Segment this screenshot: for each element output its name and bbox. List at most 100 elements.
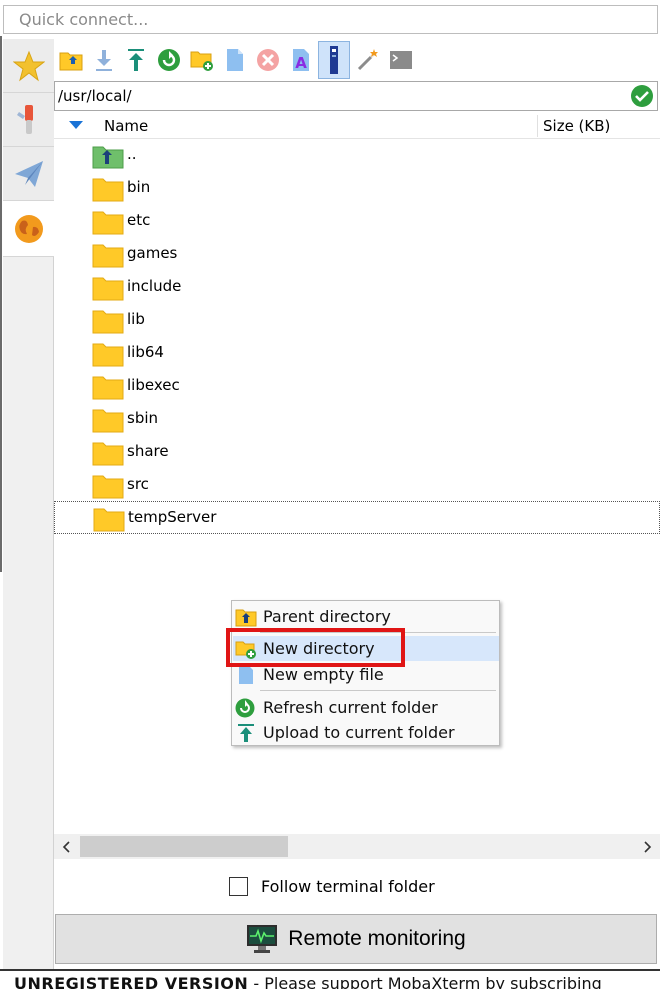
tools-icon (16, 104, 33, 134)
list-item-label: games (127, 244, 178, 262)
folder-up-icon (235, 609, 257, 627)
horizontal-scrollbar[interactable] (54, 834, 660, 859)
list-item-label: .. (127, 145, 137, 163)
list-item-folder[interactable]: include (54, 271, 660, 304)
folder-icon (92, 343, 124, 367)
folder-icon (92, 244, 124, 268)
terminal-icon (390, 51, 412, 69)
tab-tools[interactable] (3, 93, 54, 147)
list-item-folder[interactable]: bin (54, 172, 660, 205)
follow-terminal-label: Follow terminal folder (261, 876, 435, 896)
rename-icon: A (293, 49, 309, 72)
upload-icon (128, 49, 144, 71)
chevron-left-icon (62, 840, 70, 853)
list-item-label: share (127, 442, 169, 460)
folder-icon (92, 178, 124, 202)
quick-connect-box[interactable] (3, 5, 658, 34)
menu-item-label: Upload to current folder (263, 723, 455, 742)
tab-sessions[interactable] (3, 39, 54, 93)
scroll-left-button[interactable] (56, 834, 76, 859)
list-item-label: lib (127, 310, 145, 328)
refresh-button[interactable] (156, 47, 182, 73)
support-message: - Please support MobaXterm by subscribin… (248, 974, 602, 989)
permissions-button[interactable] (318, 41, 350, 79)
monitor-icon (247, 925, 278, 953)
svg-text:A: A (295, 54, 307, 72)
list-item-folder[interactable]: games (54, 238, 660, 271)
menu-item-new-empty-file[interactable]: New empty file (233, 662, 499, 687)
list-item-label: etc (127, 211, 151, 229)
sftp-browser: A Name Size (KB) .. bin etc (54, 39, 660, 969)
new-folder-button[interactable] (189, 47, 215, 73)
folder-icon (92, 376, 124, 400)
terminal-button[interactable] (388, 47, 414, 73)
menu-item-new-directory[interactable]: New directory (233, 636, 499, 661)
paper-plane-icon (14, 160, 43, 187)
path-input[interactable] (55, 82, 615, 110)
follow-terminal-checkbox[interactable] (229, 876, 248, 896)
column-separator[interactable] (537, 115, 538, 137)
folder-up-icon (59, 52, 83, 71)
list-item-parent[interactable]: .. (54, 139, 660, 172)
list-item-folder[interactable]: lib64 (54, 337, 660, 370)
scroll-thumb[interactable] (80, 836, 288, 857)
refresh-icon (158, 49, 180, 71)
folder-icon (92, 409, 124, 433)
menu-item-upload[interactable]: Upload to current folder (233, 720, 499, 745)
menu-separator (260, 632, 496, 633)
unregistered-label: UNREGISTERED VERSION (14, 974, 249, 989)
remote-monitoring-label: Remote monitoring (288, 927, 466, 950)
parent-dir-button[interactable] (58, 47, 84, 73)
permissions-icon (330, 46, 338, 74)
tab-sftp[interactable] (3, 201, 54, 257)
remote-monitoring-button[interactable]: Remote monitoring (55, 914, 657, 964)
folder-icon (92, 277, 124, 301)
refresh-icon (235, 698, 255, 718)
list-item-folder[interactable]: etc (54, 205, 660, 238)
delete-button[interactable] (255, 47, 281, 73)
file-list-header: Name Size (KB) (54, 113, 660, 139)
list-item-folder[interactable]: tempServer (54, 501, 660, 534)
new-file-button[interactable] (222, 47, 248, 73)
folder-icon (92, 475, 124, 499)
new-file-icon (239, 666, 253, 684)
menu-item-refresh[interactable]: Refresh current folder (233, 695, 499, 720)
menu-item-label: Parent directory (263, 607, 391, 626)
rename-button[interactable]: A (288, 47, 314, 73)
path-bar (54, 81, 658, 111)
toolbar: A (54, 39, 660, 81)
column-size[interactable]: Size (KB) (543, 117, 610, 135)
sort-desc-icon[interactable] (69, 121, 83, 130)
new-folder-icon (190, 51, 213, 71)
download-button[interactable] (91, 47, 117, 73)
folder-icon (93, 508, 125, 532)
list-item-label: sbin (127, 409, 159, 427)
list-item-folder[interactable]: libexec (54, 370, 660, 403)
open-with-button[interactable] (355, 47, 381, 73)
list-item-label: src (127, 475, 149, 493)
folder-icon (92, 211, 124, 235)
status-bar: UNREGISTERED VERSION - Please support Mo… (0, 969, 660, 989)
scroll-right-button[interactable] (638, 834, 658, 859)
delete-icon (257, 49, 279, 71)
new-file-icon (227, 49, 243, 71)
column-name[interactable]: Name (104, 117, 148, 135)
download-icon (96, 50, 112, 71)
star-icon (12, 50, 45, 81)
globe-icon (14, 214, 43, 243)
menu-item-parent-directory[interactable]: Parent directory (233, 604, 499, 629)
list-item-folder[interactable]: sbin (54, 403, 660, 436)
magic-wand-icon (357, 49, 378, 71)
menu-item-label: New directory (263, 639, 375, 658)
tab-macros[interactable] (3, 147, 54, 201)
follow-terminal-folder[interactable]: Follow terminal folder (229, 875, 435, 897)
go-check-icon[interactable] (631, 85, 653, 107)
parent-folder-icon (92, 146, 124, 169)
quick-connect-input[interactable] (4, 6, 657, 33)
list-item-folder[interactable]: share (54, 436, 660, 469)
list-item-folder[interactable]: src (54, 469, 660, 502)
list-item-folder[interactable]: lib (54, 304, 660, 337)
context-menu: Parent directory New directory New empty… (231, 600, 500, 746)
menu-item-label: Refresh current folder (263, 698, 438, 717)
upload-button[interactable] (123, 47, 149, 73)
